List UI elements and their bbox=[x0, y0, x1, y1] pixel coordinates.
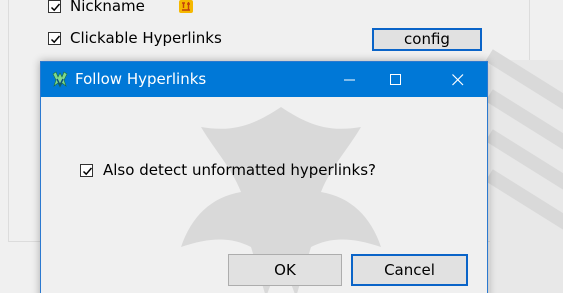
nickname-label: Nickname bbox=[70, 0, 145, 15]
close-button[interactable] bbox=[435, 62, 481, 97]
cancel-button[interactable]: Cancel bbox=[351, 254, 468, 286]
dialog-title: Follow Hyperlinks bbox=[75, 70, 207, 88]
maximize-icon bbox=[390, 74, 401, 85]
detect-unformatted-label: Also detect unformatted hyperlinks? bbox=[103, 161, 377, 179]
detect-unformatted-checkbox[interactable] bbox=[80, 164, 93, 177]
config-button[interactable]: config bbox=[372, 28, 482, 51]
ok-button[interactable]: OK bbox=[228, 254, 342, 286]
background-panel bbox=[485, 49, 563, 293]
hyperlinks-checkbox[interactable] bbox=[48, 32, 61, 45]
dialog-titlebar[interactable]: Follow Hyperlinks bbox=[41, 62, 487, 97]
nickname-checkbox[interactable] bbox=[48, 0, 61, 13]
minimize-icon bbox=[344, 79, 355, 81]
app-icon bbox=[52, 71, 68, 88]
maximize-button[interactable] bbox=[373, 62, 419, 97]
nickname-badge-icon bbox=[178, 0, 194, 14]
screen: Nickname Clickable Hyperlinks config Fol… bbox=[0, 0, 563, 293]
minimize-button[interactable] bbox=[327, 62, 373, 97]
close-icon bbox=[452, 74, 464, 86]
hyperlinks-label: Clickable Hyperlinks bbox=[70, 29, 222, 47]
follow-hyperlinks-dialog: Follow Hyperlinks Also detect unformatte… bbox=[40, 61, 488, 293]
